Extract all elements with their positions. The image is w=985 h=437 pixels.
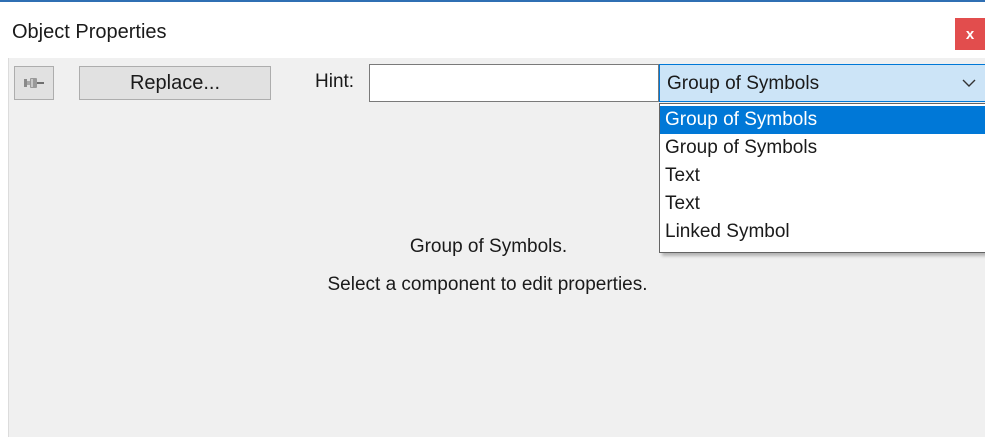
- properties-panel: Replace... Hint: Group of Symbols Group …: [8, 58, 985, 437]
- dropdown-item[interactable]: Group of Symbols: [660, 134, 985, 162]
- dropdown-item[interactable]: Group of Symbols: [660, 106, 985, 134]
- component-type-value: Group of Symbols: [667, 73, 820, 94]
- object-properties-window: Object Properties x Replace... Hint: Gro…: [0, 0, 985, 437]
- hint-input[interactable]: [369, 64, 659, 102]
- replace-button[interactable]: Replace...: [79, 66, 271, 100]
- hint-label: Hint:: [315, 71, 355, 92]
- close-button[interactable]: x: [955, 18, 985, 50]
- component-type-dropdown: Group of Symbols Group of Symbols Text T…: [659, 103, 985, 253]
- pushpin-icon: [24, 78, 44, 88]
- pin-button[interactable]: [14, 66, 54, 100]
- instruction-text: Select a component to edit properties.: [9, 274, 985, 296]
- instruction-label: Select a component to edit properties.: [327, 274, 648, 295]
- chevron-down-icon: [962, 79, 976, 87]
- window-title: Object Properties: [12, 21, 167, 43]
- component-name-label: Group of Symbols.: [409, 236, 568, 257]
- component-type-select[interactable]: Group of Symbols: [659, 64, 985, 102]
- dropdown-item[interactable]: Text: [660, 162, 985, 190]
- dropdown-item[interactable]: Text: [660, 190, 985, 218]
- title-bar[interactable]: Object Properties x: [0, 2, 985, 58]
- dropdown-item[interactable]: Linked Symbol: [660, 218, 985, 246]
